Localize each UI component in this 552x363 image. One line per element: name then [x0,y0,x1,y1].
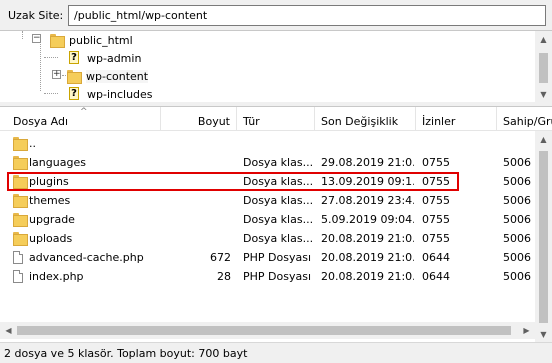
tree-item-label: wp-admin [87,51,142,65]
file-row-languages[interactable]: languages Dosya klas... 29.08.2019 21:0.… [0,153,535,172]
folder-icon [13,194,28,208]
tree-item-public-html[interactable]: public_html [50,31,133,49]
scroll-down-icon[interactable]: ▼ [535,326,552,342]
file-permissions: 0755 [422,175,450,188]
unknown-folder-icon: ? [67,87,81,101]
column-header-type[interactable]: Tür [237,107,315,131]
tree-item-wp-admin[interactable]: ? wp-admin [67,49,141,67]
file-type: PHP Dosyası [243,251,312,264]
scrollbar-thumb[interactable] [17,326,511,335]
file-row-uploads[interactable]: uploads Dosya klas... 20.08.2019 21:0...… [0,229,535,248]
folder-icon [50,34,65,48]
status-text: 2 dosya ve 5 klasör. Toplam boyut: 700 b… [4,347,248,360]
file-owner: 5006 5006 [503,175,535,188]
tree-item-wp-content[interactable]: wp-content [67,67,149,85]
status-bar: 2 dosya ve 5 klasör. Toplam boyut: 700 b… [0,342,552,363]
file-type: Dosya klas... [243,232,313,245]
tree-expand-wp-content[interactable]: + [52,70,61,79]
tree-item-label: public_html [69,33,133,47]
file-modified: 5.09.2019 09:04... [321,213,414,226]
file-name: languages [29,156,86,169]
tree-collapse-public-html[interactable]: − [32,34,41,43]
tree-vertical-scrollbar[interactable]: ▲ ▼ [535,31,552,102]
scroll-up-icon[interactable]: ▲ [535,131,552,148]
file-name: advanced-cache.php [29,251,144,264]
remote-path-input[interactable]: /public_html/wp-content [68,5,546,26]
folder-icon [13,213,28,227]
tree-item-label: wp-content [86,69,149,83]
folder-icon [13,175,28,189]
remote-file-list: Dosya Adı ^ Boyut Tür Son Değişiklik İzi… [0,106,552,342]
remote-site-bar: Uzak Site: /public_html/wp-content [0,0,552,32]
remote-site-label: Uzak Site: [8,9,64,22]
file-icon [13,270,23,283]
file-row-advanced-cache[interactable]: advanced-cache.php 672 PHP Dosyası 20.08… [0,248,535,267]
list-vertical-scrollbar[interactable]: ▲ ▼ [535,131,552,342]
file-permissions: 0755 [422,156,450,169]
folder-icon [13,156,28,170]
scrollbar-thumb[interactable] [539,151,548,323]
scroll-up-icon[interactable]: ▲ [535,31,552,48]
file-permissions: 0644 [422,270,450,283]
file-modified: 20.08.2019 21:0... [321,251,414,264]
file-row-index[interactable]: index.php 28 PHP Dosyası 20.08.2019 21:0… [0,267,535,286]
file-name: plugins [29,175,69,188]
file-permissions: 0755 [422,232,450,245]
file-row-themes[interactable]: themes Dosya klas... 27.08.2019 23:4... … [0,191,535,210]
file-name: themes [29,194,71,207]
file-type: Dosya klas... [243,213,313,226]
column-header-size[interactable]: Boyut [161,107,237,131]
file-modified: 20.08.2019 21:0... [321,232,414,245]
file-type: PHP Dosyası [243,270,312,283]
file-name: upgrade [29,213,75,226]
file-owner: 5006 5006 [503,213,535,226]
file-list-header: Dosya Adı ^ Boyut Tür Son Değişiklik İzi… [0,107,552,131]
file-permissions: 0644 [422,251,450,264]
file-name: index.php [29,270,84,283]
file-name: uploads [29,232,73,245]
file-size: 672 [210,251,231,264]
folder-icon [67,70,82,84]
file-owner: 5006 5006 [503,270,535,283]
file-permissions: 0755 [422,194,450,207]
file-icon [13,251,23,264]
column-header-owner[interactable]: Sahip/Gru [497,107,552,131]
file-owner: 5006 5006 [503,194,535,207]
file-type: Dosya klas... [243,194,313,207]
scrollbar-thumb[interactable] [539,53,548,83]
file-modified: 13.09.2019 09:1... [321,175,414,188]
file-permissions: 0755 [422,213,450,226]
scroll-right-icon[interactable]: ▶ [518,322,535,339]
file-row-plugins[interactable]: plugins Dosya klas... 13.09.2019 09:1...… [0,172,535,191]
file-modified: 20.08.2019 21:0... [321,270,414,283]
file-owner: 5006 5006 [503,251,535,264]
tree-item-label: wp-includes [87,87,153,101]
file-type: Dosya klas... [243,156,313,169]
file-size: 28 [217,270,231,283]
column-header-permissions[interactable]: İzinler [416,107,497,131]
file-name: .. [29,137,36,150]
file-owner: 5006 5006 [503,232,535,245]
scroll-down-icon[interactable]: ▼ [535,86,552,102]
file-row-parent[interactable]: .. [0,134,535,153]
file-row-upgrade[interactable]: upgrade Dosya klas... 5.09.2019 09:04...… [0,210,535,229]
sort-ascending-icon: ^ [80,107,88,117]
file-owner: 5006 5006 [503,156,535,169]
folder-icon [13,137,28,151]
file-modified: 29.08.2019 21:0... [321,156,414,169]
list-horizontal-scrollbar[interactable]: ◀ ▶ [0,322,535,339]
unknown-folder-icon: ? [67,51,81,65]
column-header-modified[interactable]: Son Değişiklik [315,107,416,131]
file-type: Dosya klas... [243,175,313,188]
scroll-left-icon[interactable]: ◀ [0,322,17,339]
remote-directory-tree: − public_html ? wp-admin + wp-content ? … [0,30,552,102]
tree-item-wp-includes[interactable]: ? wp-includes [67,85,153,102]
file-modified: 27.08.2019 23:4... [321,194,414,207]
folder-icon [13,232,28,246]
